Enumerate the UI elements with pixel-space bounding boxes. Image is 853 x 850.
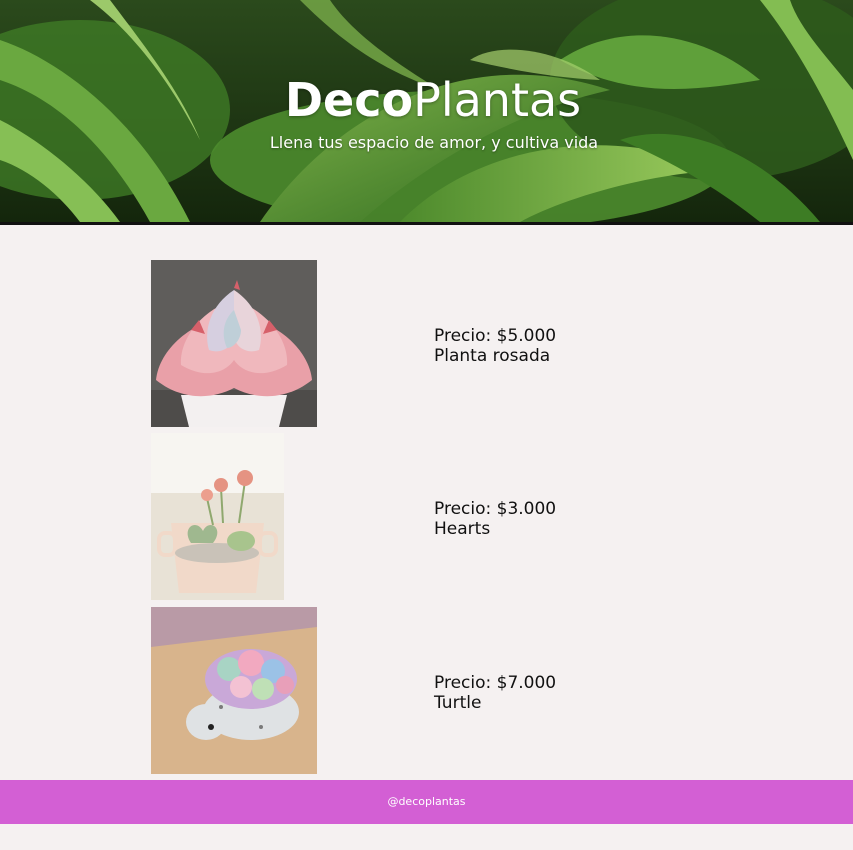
site-title-bold: Deco xyxy=(284,73,414,127)
product-image[interactable] xyxy=(151,607,317,774)
product-price: Precio: $3.000 xyxy=(434,499,557,519)
product-card[interactable]: Precio: $5.000 Planta rosada xyxy=(151,260,751,427)
heart-succulent-pot-image xyxy=(151,433,284,600)
product-price: Precio: $7.000 xyxy=(434,673,557,693)
product-image[interactable] xyxy=(151,433,284,600)
succulent-turtle-image xyxy=(151,607,317,774)
hero-banner: DecoPlantas Llena tus espacio de amor, y… xyxy=(0,0,853,225)
product-info: Precio: $7.000 Turtle xyxy=(434,673,556,713)
product-card[interactable]: Precio: $7.000 Turtle xyxy=(151,607,751,774)
site-subtitle: Llena tus espacio de amor, y cultiva vid… xyxy=(269,133,599,152)
product-name: Planta rosada xyxy=(434,346,551,366)
product-info: Precio: $5.000 Planta rosada xyxy=(434,326,556,366)
site-title-light: Plantas xyxy=(413,73,582,127)
product-name: Hearts xyxy=(434,519,491,539)
product-info: Precio: $3.000 Hearts xyxy=(434,499,556,539)
pink-succulent-image xyxy=(151,260,317,427)
product-name: Turtle xyxy=(434,693,482,713)
product-price: Precio: $5.000 xyxy=(434,326,557,346)
product-image[interactable] xyxy=(151,260,317,427)
instagram-handle-link[interactable]: @decoplantas xyxy=(387,795,465,808)
site-footer: @decoplantas xyxy=(0,780,853,824)
product-card[interactable]: Precio: $3.000 Hearts xyxy=(151,433,751,600)
site-title: DecoPlantas xyxy=(0,72,853,128)
